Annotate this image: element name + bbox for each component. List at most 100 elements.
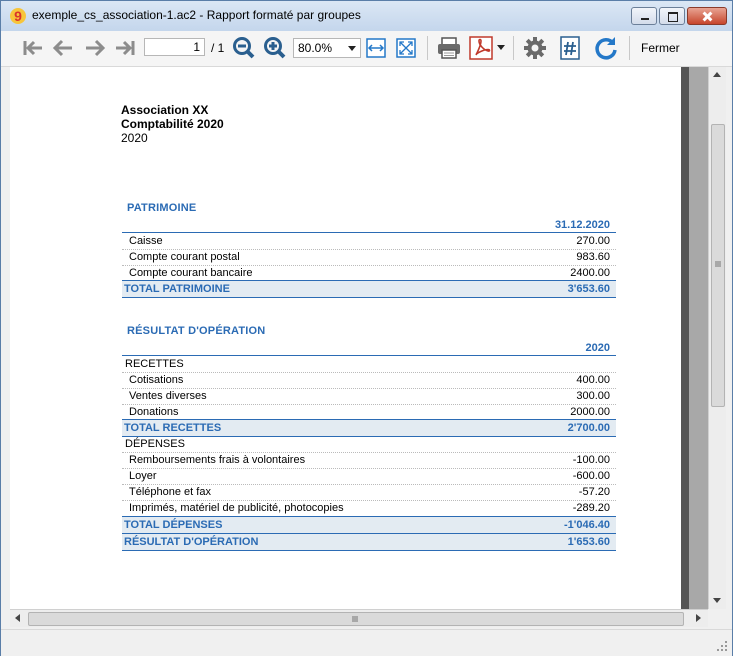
printer-icon [438,37,460,59]
refresh-button[interactable] [592,36,620,60]
report-year: 2020 [121,131,148,145]
fit-width-icon [366,38,386,58]
row-value: 2000.00 [570,406,610,418]
table-row: Ventes diverses 300.00 [122,388,616,405]
scroll-down-icon[interactable] [713,598,721,604]
horizontal-scrollbar[interactable] [10,609,708,627]
page-numbering-button[interactable] [557,36,583,60]
horizontal-scroll-thumb[interactable] [28,612,684,626]
gear-icon [524,37,546,59]
app-logo-icon: 9 [10,8,26,24]
zoom-select[interactable]: 80.0% [293,38,361,58]
row-value: -289.20 [572,502,610,514]
last-page-icon [116,40,135,56]
vertical-scrollbar[interactable] [708,67,726,609]
row-value: 400.00 [576,374,610,386]
group-header-row: DÉPENSES [122,436,616,453]
export-menu-button[interactable] [495,36,507,60]
row-value: -57.20 [578,486,610,498]
total-value: 2'700.00 [567,422,610,434]
report-page: Association XX Comptabilité 2020 2020 PA… [10,67,681,609]
group-label: RECETTES [125,358,184,370]
print-button[interactable] [435,36,463,60]
org-name: Association XX [121,103,209,117]
row-label: Compte courant bancaire [129,267,253,279]
table-row: Loyer -600.00 [122,468,616,485]
section-title-patrimoine: PATRIMOINE [127,202,197,214]
row-value: 270.00 [576,235,610,247]
row-label: Remboursements frais à volontaires [129,454,306,466]
row-label: Imprimés, matériel de publicité, photoco… [129,502,344,514]
result-label: RÉSULTAT D'OPÉRATION [124,536,259,548]
zoom-in-icon [264,37,286,59]
scroll-left-icon[interactable] [15,614,21,622]
settings-button[interactable] [521,36,549,60]
window-title: exemple_cs_association-1.ac2 - Rapport f… [32,8,361,22]
svg-text:9: 9 [14,8,22,24]
page-number-input[interactable]: 1 [144,38,205,56]
row-label: Ventes diverses [129,390,207,402]
page-shadow [681,67,689,609]
toolbar: 1 / 1 80.0% Fermer [1,31,732,67]
total-value: -1'046.40 [563,519,610,531]
total-label: TOTAL PATRIMOINE [124,283,230,295]
row-value: 2400.00 [570,267,610,279]
next-page-button[interactable] [83,36,107,60]
total-label: TOTAL DÉPENSES [124,519,223,531]
toolbar-separator [513,36,514,60]
grip-icon [715,261,721,267]
section-title-resultat: RÉSULTAT D'OPÉRATION [127,325,266,337]
fit-page-button[interactable] [395,36,417,60]
previous-page-button[interactable] [51,36,75,60]
total-value: 3'653.60 [567,283,610,295]
last-page-button[interactable] [113,36,137,60]
row-label: Loyer [129,470,157,482]
zoom-out-icon [233,37,255,59]
first-page-button[interactable] [21,36,45,60]
scroll-up-icon[interactable] [713,72,721,78]
row-label: Téléphone et fax [129,486,211,498]
arrow-right-icon [86,39,106,57]
fit-width-button[interactable] [365,36,387,60]
group-header-row: RECETTES [122,356,616,373]
row-label: Donations [129,406,179,418]
total-row: TOTAL PATRIMOINE 3'653.60 [122,280,616,298]
result-row: RÉSULTAT D'OPÉRATION 1'653.60 [122,533,616,551]
title-bar: 9 exemple_cs_association-1.ac2 - Rapport… [1,1,732,31]
column-header-date: 31.12.2020 [554,219,610,231]
resize-grip-icon[interactable] [716,640,728,652]
table-row: Téléphone et fax -57.20 [122,484,616,501]
caret-down-icon [497,45,505,50]
total-label: TOTAL RECETTES [124,422,222,434]
row-value: -600.00 [572,470,610,482]
scroll-right-icon[interactable] [696,614,702,622]
zoom-in-button[interactable] [262,36,288,60]
maximize-button[interactable] [659,7,685,25]
toolbar-separator [427,36,428,60]
row-value: -100.00 [572,454,610,466]
group-label: DÉPENSES [125,438,185,450]
report-window: 9 exemple_cs_association-1.ac2 - Rapport… [0,0,733,656]
row-value: 983.60 [576,251,610,263]
vertical-scroll-thumb[interactable] [711,124,725,407]
fit-page-icon [396,38,416,58]
minimize-button[interactable] [631,7,657,25]
hash-icon [560,36,580,60]
row-label: Caisse [129,235,163,247]
total-row: TOTAL DÉPENSES -1'046.40 [122,516,616,534]
close-window-button[interactable] [687,7,727,25]
report-viewport[interactable]: Association XX Comptabilité 2020 2020 PA… [10,67,708,609]
status-bar [1,629,732,656]
refresh-icon [595,37,617,60]
total-row: TOTAL RECETTES 2'700.00 [122,419,616,437]
pdf-icon [469,36,493,60]
close-report-button[interactable]: Fermer [641,41,680,55]
table-row: Remboursements frais à volontaires -100.… [122,452,616,469]
chevron-down-icon [348,46,356,51]
zoom-value: 80.0% [298,41,333,55]
export-pdf-button[interactable] [468,36,494,60]
report-header: Association XX Comptabilité 2020 2020 [121,103,224,145]
first-page-icon [23,40,42,56]
table-row: Caisse 270.00 [122,233,616,250]
zoom-out-button[interactable] [231,36,257,60]
